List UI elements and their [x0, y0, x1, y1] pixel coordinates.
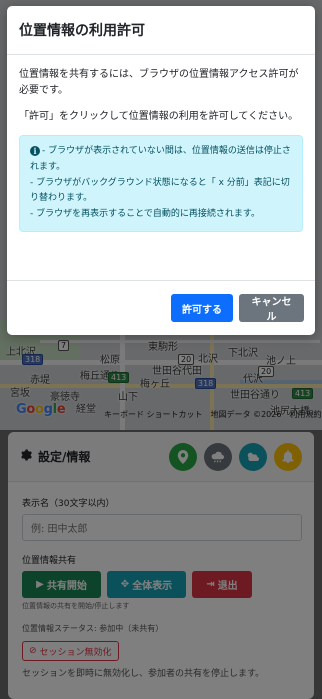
info-icon: i — [30, 146, 40, 156]
location-permission-modal: 位置情報の利用許可 位置情報を共有するには、ブラウザの位置情報アクセス許可が必要… — [7, 6, 315, 335]
modal-paragraph-1: 位置情報を共有するには、ブラウザの位置情報アクセス許可が必要です。 — [19, 69, 299, 96]
modal-title: 位置情報の利用許可 — [19, 23, 145, 39]
modal-paragraph-2: 「許可」をクリックして位置情報の利用を許可してください。 — [19, 111, 299, 122]
modal-header: 位置情報の利用許可 — [7, 6, 315, 55]
modal-body: 位置情報を共有するには、ブラウザの位置情報アクセス許可が必要です。 「許可」をク… — [7, 55, 315, 232]
allow-button[interactable]: 許可する — [171, 294, 233, 322]
info-line: - ブラウザがバックグラウンド状態になると「 x 分前」表記に切り替わります。 — [30, 177, 290, 204]
info-line: - ブラウザを再表示することで自動的に再接続されます。 — [30, 209, 260, 219]
modal-footer: 許可する キャンセル — [7, 280, 315, 335]
info-alert: i- ブラウザが表示されていない間は、位置情報の送信は停止されます。 - ブラウ… — [19, 135, 303, 232]
cancel-button[interactable]: キャンセル — [239, 294, 304, 323]
info-line: i- ブラウザが表示されていない間は、位置情報の送信は停止されます。 — [30, 146, 291, 172]
